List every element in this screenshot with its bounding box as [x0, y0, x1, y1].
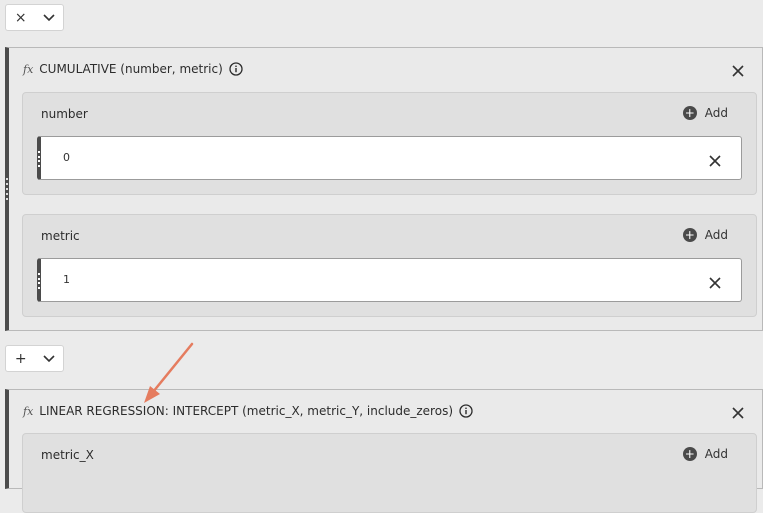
annotation-arrow [144, 342, 194, 403]
